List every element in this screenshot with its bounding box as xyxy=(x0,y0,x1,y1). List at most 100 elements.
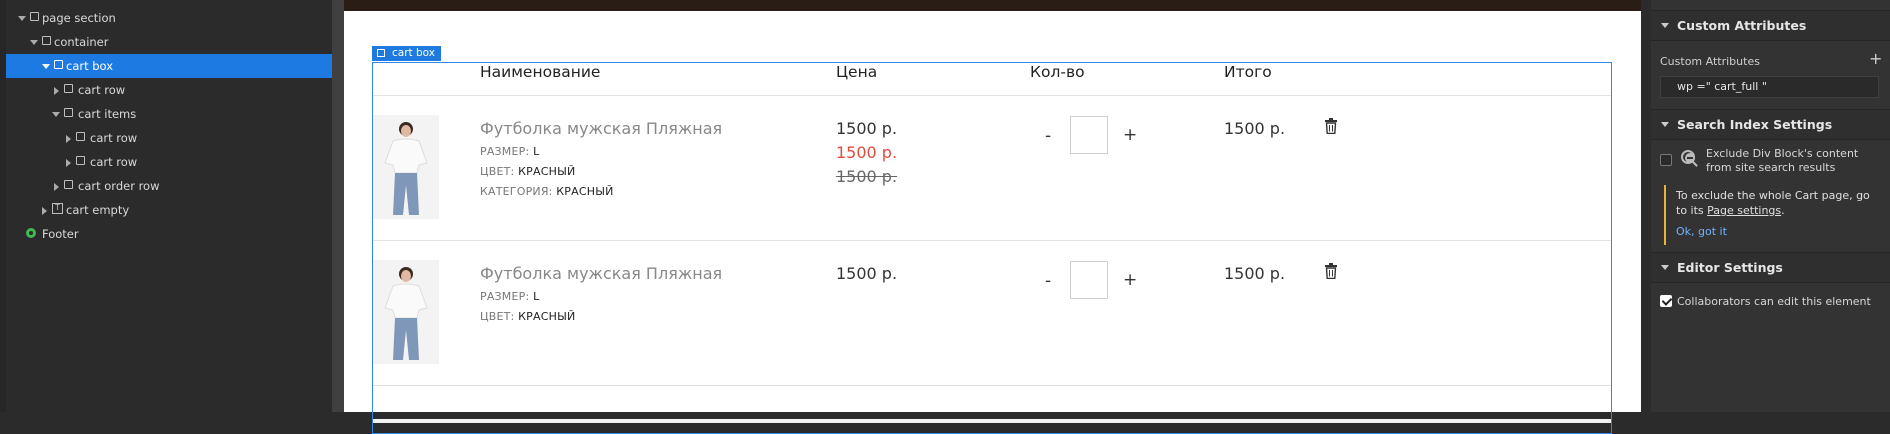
column-header-name: Наименование xyxy=(480,63,601,81)
product-image[interactable] xyxy=(373,260,439,364)
product-attr: РАЗМЕР: L xyxy=(480,145,540,158)
nav-item-label: cart items xyxy=(78,107,137,121)
nav-item-cart-row[interactable]: cart row xyxy=(6,78,332,102)
chevron-right-icon[interactable] xyxy=(66,159,71,167)
collaborators-edit-label: Collaborators can edit this element xyxy=(1677,295,1871,308)
custom-attribute-item[interactable]: wp =" cart_full " xyxy=(1660,76,1879,98)
chevron-down-icon[interactable] xyxy=(42,64,50,69)
section-header-editor-settings[interactable]: Editor Settings xyxy=(1651,252,1890,283)
qty-plus-button[interactable]: + xyxy=(1123,270,1137,290)
note-text: To exclude the whole Cart page, go to it… xyxy=(1676,189,1870,217)
nav-item-label: page section xyxy=(42,11,116,25)
product-name[interactable]: Футболка мужская Пляжная xyxy=(480,264,722,283)
settings-panel: Custom Attributes Custom Attributes + wp… xyxy=(1651,0,1890,412)
column-header-qty: Кол-во xyxy=(1030,63,1085,81)
ok-got-it-link[interactable]: Ok, got it xyxy=(1676,225,1727,238)
nav-item-label: Footer xyxy=(42,227,79,241)
collaborators-edit-checkbox[interactable] xyxy=(1660,295,1672,307)
navigator-panel: page section container cart box cart row… xyxy=(0,0,332,412)
add-attribute-button[interactable]: + xyxy=(1869,49,1882,68)
old-price: 1500 р. xyxy=(836,167,898,186)
nav-item-label: cart row xyxy=(90,155,138,169)
chevron-down-icon[interactable] xyxy=(52,112,60,117)
trash-icon[interactable] xyxy=(1324,118,1338,134)
chevron-right-icon[interactable] xyxy=(54,183,59,191)
chevron-down-icon xyxy=(1661,265,1669,270)
div-block-icon xyxy=(30,12,39,21)
nav-item-label: cart row xyxy=(90,131,138,145)
product-photo-icon xyxy=(373,115,439,219)
product-image[interactable] xyxy=(373,115,439,219)
qty-minus-button[interactable]: - xyxy=(1045,271,1051,291)
qty-minus-button[interactable]: - xyxy=(1045,126,1051,146)
div-block-icon xyxy=(76,132,85,141)
exclude-search-label: Exclude Div Block's content from site se… xyxy=(1706,147,1859,174)
product-name[interactable]: Футболка мужская Пляжная xyxy=(480,119,722,138)
symbol-icon: T xyxy=(52,203,63,214)
product-photo-icon xyxy=(373,260,439,364)
column-header-total: Итого xyxy=(1224,63,1272,81)
div-block-icon xyxy=(64,84,73,93)
designer-canvas[interactable]: cart box Наименование Цена Кол-во Итого … xyxy=(344,0,1641,434)
sale-price: 1500 р. xyxy=(836,143,898,162)
chevron-right-icon[interactable] xyxy=(54,87,59,95)
product-attr: КАТЕГОРИЯ: КРАСНЫЙ xyxy=(480,185,614,198)
nav-item-cart-box[interactable]: cart box xyxy=(6,54,332,78)
nav-item-label: cart row xyxy=(78,83,126,97)
nav-item-page-section[interactable]: page section xyxy=(6,6,332,30)
chevron-down-icon[interactable] xyxy=(30,40,38,45)
cart-order-row xyxy=(373,419,1611,423)
symbol-gear-icon xyxy=(26,228,36,238)
selection-tag[interactable]: cart box xyxy=(372,46,441,61)
product-attr: ЦВЕТ: КРАСНЫЙ xyxy=(480,165,576,178)
nav-item-label: cart order row xyxy=(78,179,160,193)
row-total: 1500 р. xyxy=(1224,119,1286,138)
nav-item-label: cart box xyxy=(66,59,114,73)
column-header-price: Цена xyxy=(836,63,878,81)
qty-input[interactable] xyxy=(1070,261,1108,299)
nav-item-label: container xyxy=(54,35,109,49)
div-block-icon xyxy=(76,156,85,165)
chevron-down-icon xyxy=(1661,23,1669,28)
nav-item-cart-empty[interactable]: T cart empty xyxy=(6,198,332,222)
nav-item-cart-items[interactable]: cart items xyxy=(6,102,332,126)
divider xyxy=(373,385,1611,386)
price: 1500 р. xyxy=(836,119,898,138)
chevron-down-icon[interactable] xyxy=(18,16,26,21)
qty-plus-button[interactable]: + xyxy=(1123,125,1137,145)
section-header-search-index[interactable]: Search Index Settings xyxy=(1651,109,1890,140)
nav-item-cart-order-row[interactable]: cart order row xyxy=(6,174,332,198)
div-block-icon xyxy=(64,108,73,117)
nav-item-footer[interactable]: Footer xyxy=(6,222,332,246)
price: 1500 р. xyxy=(836,264,898,283)
chevron-down-icon xyxy=(1661,122,1669,127)
nav-item-container[interactable]: container xyxy=(6,30,332,54)
div-block-icon xyxy=(54,60,63,69)
section-header-custom-attributes[interactable]: Custom Attributes xyxy=(1651,10,1890,41)
minus-circle-icon xyxy=(1685,153,1695,163)
divider xyxy=(373,95,1611,96)
div-block-icon xyxy=(42,36,51,45)
page-preview: cart box Наименование Цена Кол-во Итого … xyxy=(344,0,1641,434)
chevron-right-icon[interactable] xyxy=(66,135,71,143)
custom-attributes-label: Custom Attributes xyxy=(1660,55,1760,68)
div-block-icon xyxy=(64,180,73,189)
row-total: 1500 р. xyxy=(1224,264,1286,283)
navigator-divider xyxy=(332,0,344,412)
cart-box[interactable] xyxy=(372,62,1612,434)
nav-item-label: cart empty xyxy=(66,203,130,217)
chevron-right-icon[interactable] xyxy=(42,207,47,215)
info-note: To exclude the whole Cart page, go to it… xyxy=(1664,185,1882,245)
canvas-right-gutter xyxy=(1641,0,1651,412)
product-attr: РАЗМЕР: L xyxy=(480,290,540,303)
exclude-search-checkbox[interactable] xyxy=(1660,154,1672,166)
qty-input[interactable] xyxy=(1070,116,1108,154)
divider xyxy=(373,240,1611,241)
product-attr: ЦВЕТ: КРАСНЫЙ xyxy=(480,310,576,323)
nav-item-cart-row[interactable]: cart row xyxy=(6,150,332,174)
page-settings-link[interactable]: Page settings xyxy=(1707,204,1781,217)
hero-image-strip xyxy=(344,0,1641,11)
trash-icon[interactable] xyxy=(1324,263,1338,279)
nav-item-cart-row[interactable]: cart row xyxy=(6,126,332,150)
page-section[interactable]: cart box Наименование Цена Кол-во Итого … xyxy=(344,11,1641,434)
